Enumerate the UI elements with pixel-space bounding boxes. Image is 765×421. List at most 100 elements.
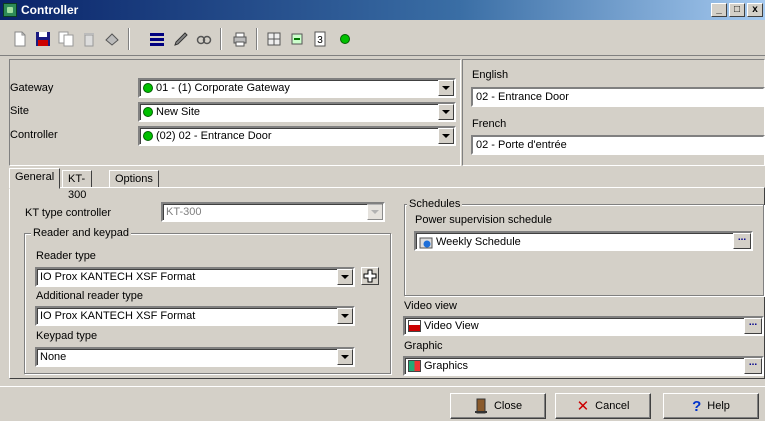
printer-icon bbox=[233, 32, 247, 47]
svg-text:3: 3 bbox=[317, 35, 323, 46]
keypad-type-label: Keypad type bbox=[36, 330, 98, 342]
language-names-panel: English 02 - Entrance Door French 02 - P… bbox=[462, 59, 765, 166]
kt-type-value: KT-300 bbox=[166, 206, 202, 218]
gateway-select[interactable]: 01 - (1) Corporate Gateway bbox=[138, 78, 456, 98]
video-view-label: Video view bbox=[404, 300, 457, 312]
keypad-type-dropdown-button[interactable] bbox=[337, 349, 353, 365]
list-button[interactable] bbox=[146, 28, 168, 50]
reader-type-dropdown-button[interactable] bbox=[337, 269, 353, 285]
close-window-button[interactable]: x bbox=[747, 3, 763, 17]
maximize-button[interactable]: □ bbox=[729, 3, 745, 17]
french-name-input[interactable]: 02 - Porte d'entrée bbox=[471, 135, 765, 155]
site-select[interactable]: New Site bbox=[138, 102, 456, 122]
reader-options-button[interactable] bbox=[361, 267, 379, 285]
english-label: English bbox=[472, 69, 509, 81]
gateway-value: 01 - (1) Corporate Gateway bbox=[156, 82, 290, 94]
chevron-down-icon bbox=[442, 110, 450, 114]
cancel-button-label: Cancel bbox=[595, 400, 630, 412]
delete-button[interactable] bbox=[78, 28, 100, 50]
toolbar-separator bbox=[128, 28, 130, 50]
tab-options[interactable]: Options bbox=[109, 170, 159, 188]
reader-type-value: IO Prox KANTECH XSF Format bbox=[40, 271, 196, 283]
printer-button[interactable] bbox=[229, 28, 251, 50]
video-view-field[interactable]: Video View ... bbox=[403, 316, 764, 336]
controller-identity-panel: Gateway 01 - (1) Corporate Gateway Site … bbox=[9, 59, 461, 166]
schedule-icon bbox=[419, 237, 433, 249]
reader-type-label: Reader type bbox=[36, 250, 96, 262]
controller-value: (02) 02 - Entrance Door bbox=[156, 130, 272, 142]
kt-type-select[interactable]: KT-300 bbox=[161, 202, 385, 222]
site-value: New Site bbox=[156, 106, 201, 118]
gateway-dropdown-button[interactable] bbox=[438, 80, 454, 96]
list-icon bbox=[150, 33, 164, 46]
graphic-label: Graphic bbox=[404, 340, 443, 352]
graphic-icon bbox=[408, 360, 421, 372]
reader-keypad-group: Reader and keypad Reader type IO Prox KA… bbox=[24, 227, 391, 374]
keypad-type-select[interactable]: None bbox=[35, 347, 355, 367]
french-label: French bbox=[472, 118, 507, 130]
save-button[interactable] bbox=[32, 28, 54, 50]
power-supervision-browse-button[interactable]: ... bbox=[733, 233, 751, 249]
controller-select[interactable]: (02) 02 - Entrance Door bbox=[138, 126, 456, 146]
minimize-button[interactable]: _ bbox=[711, 3, 727, 17]
status-online-icon bbox=[143, 131, 153, 141]
save-icon bbox=[36, 32, 50, 46]
app-icon bbox=[3, 3, 17, 17]
video-view-value: Video View bbox=[424, 320, 479, 332]
find-icon bbox=[196, 35, 212, 45]
tab-kt-300[interactable]: KT-300 bbox=[62, 170, 93, 201]
video-icon bbox=[408, 320, 421, 332]
english-name-input[interactable]: 02 - Entrance Door bbox=[471, 87, 765, 107]
edit-button[interactable] bbox=[170, 28, 192, 50]
chevron-down-icon bbox=[341, 275, 349, 279]
additional-reader-dropdown-button[interactable] bbox=[337, 308, 353, 324]
help-context-button[interactable]: 3 bbox=[309, 28, 331, 50]
grid-icon bbox=[267, 32, 281, 46]
help-icon: 3 bbox=[314, 31, 326, 47]
help-button-label: Help bbox=[707, 400, 730, 412]
video-view-browse-button[interactable]: ... bbox=[744, 318, 762, 334]
grid-button[interactable] bbox=[263, 28, 285, 50]
help-button[interactable]: ? Help bbox=[663, 393, 759, 419]
new-icon bbox=[14, 31, 26, 47]
delete-icon bbox=[84, 33, 94, 47]
new-button[interactable] bbox=[9, 28, 31, 50]
tab-general[interactable]: General bbox=[9, 168, 61, 189]
print-icon bbox=[105, 33, 119, 46]
kt-type-dropdown-button[interactable] bbox=[367, 204, 383, 220]
cancel-button[interactable]: ✕ Cancel bbox=[555, 393, 651, 419]
copy-button[interactable] bbox=[55, 28, 77, 50]
status-online-icon bbox=[143, 83, 153, 93]
keypad-type-value: None bbox=[40, 351, 67, 363]
door-icon bbox=[474, 398, 487, 414]
cancel-x-icon: ✕ bbox=[576, 398, 590, 415]
kt-type-label: KT type controller bbox=[25, 207, 112, 219]
power-supervision-field[interactable]: Weekly Schedule ... bbox=[414, 231, 753, 251]
graphic-field[interactable]: Graphics ... bbox=[403, 356, 764, 376]
close-button[interactable]: Close bbox=[450, 393, 546, 419]
reader-type-select[interactable]: IO Prox KANTECH XSF Format bbox=[35, 267, 355, 287]
general-tab-page: KT type controller KT-300 Reader and key… bbox=[9, 187, 765, 379]
print-preview-button[interactable] bbox=[101, 28, 123, 50]
link-button[interactable] bbox=[286, 28, 308, 50]
edit-icon bbox=[174, 32, 188, 46]
find-button[interactable] bbox=[193, 28, 215, 50]
controller-dropdown-button[interactable] bbox=[438, 128, 454, 144]
copy-icon bbox=[58, 31, 74, 47]
site-dropdown-button[interactable] bbox=[438, 104, 454, 120]
power-supervision-label: Power supervision schedule bbox=[415, 214, 552, 226]
chevron-down-icon bbox=[442, 86, 450, 90]
controller-label: Controller bbox=[10, 129, 58, 141]
graphic-browse-button[interactable]: ... bbox=[744, 358, 762, 374]
chevron-down-icon bbox=[371, 210, 379, 214]
additional-reader-select[interactable]: IO Prox KANTECH XSF Format bbox=[35, 306, 355, 326]
status-button[interactable] bbox=[334, 28, 356, 50]
reader-keypad-title: Reader and keypad bbox=[31, 227, 132, 239]
link-icon bbox=[291, 33, 303, 45]
title-bar[interactable]: Controller _ □ x bbox=[0, 0, 765, 20]
controller-window: Controller _ □ x 3 Gateway 01 - (1) Corp… bbox=[0, 0, 765, 421]
close-button-label: Close bbox=[493, 400, 523, 412]
schedules-title: Schedules bbox=[407, 198, 463, 210]
plus-icon bbox=[363, 269, 377, 283]
status-green-icon bbox=[340, 34, 350, 44]
